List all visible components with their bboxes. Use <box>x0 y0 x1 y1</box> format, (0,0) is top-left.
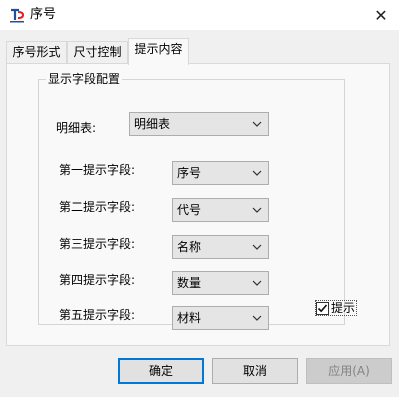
field-5-value: 材料 <box>177 311 202 325</box>
field-1-value: 序号 <box>177 166 202 180</box>
tab-panel-prompt-content: 显示字段配置 明细表: 明细表 第一提示字段: 序号 第二提示字段: 代号 第三… <box>6 63 390 346</box>
apply-button[interactable]: 应用(A) <box>306 358 392 384</box>
chevron-down-icon <box>251 162 263 184</box>
field-config-group: 显示字段配置 明细表: 明细表 第一提示字段: 序号 第二提示字段: 代号 第三… <box>38 71 345 330</box>
tab-label: 序号形式 <box>12 45 61 59</box>
chevron-down-icon <box>251 236 263 258</box>
chevron-down-icon <box>251 307 263 329</box>
tab-prompt-content[interactable]: 提示内容 <box>128 38 189 65</box>
field-4-value: 数量 <box>177 276 202 290</box>
field-3-value: 名称 <box>177 240 202 254</box>
close-button[interactable]: ✕ <box>363 0 399 30</box>
field-2-value: 代号 <box>177 203 202 217</box>
tab-label: 提示内容 <box>134 42 183 56</box>
field-4-select[interactable]: 数量 <box>172 271 269 295</box>
chevron-down-icon <box>251 113 263 135</box>
tab-serial-format[interactable]: 序号形式 <box>6 41 67 63</box>
field-4-label: 第四提示字段: <box>59 273 136 287</box>
field-3-select[interactable]: 名称 <box>172 235 269 259</box>
detail-table-select[interactable]: 明细表 <box>129 112 269 136</box>
close-icon: ✕ <box>374 5 388 25</box>
window-title: 序号 <box>30 7 57 22</box>
field-1-select[interactable]: 序号 <box>172 161 269 185</box>
group-legend: 显示字段配置 <box>46 71 123 87</box>
app-logo-icon <box>10 8 25 23</box>
checkbox-box[interactable] <box>316 301 329 315</box>
field-2-select[interactable]: 代号 <box>172 198 269 222</box>
chevron-down-icon <box>251 272 263 294</box>
title-bar: 序号 ✕ <box>0 0 399 30</box>
field-3-label: 第三提示字段: <box>59 237 136 251</box>
chevron-down-icon <box>251 199 263 221</box>
detail-table-value: 明细表 <box>134 117 171 131</box>
prompt-checkbox-label: 提示 <box>331 301 356 315</box>
field-5-select[interactable]: 材料 <box>172 306 269 330</box>
field-2-label: 第二提示字段: <box>59 200 136 214</box>
tab-size-control[interactable]: 尺寸控制 <box>67 41 128 63</box>
prompt-checkbox[interactable]: 提示 <box>315 300 358 316</box>
ok-button[interactable]: 确定 <box>118 358 204 384</box>
field-5-label: 第五提示字段: <box>59 308 136 322</box>
field-1-label: 第一提示字段: <box>59 163 136 177</box>
cancel-button[interactable]: 取消 <box>212 358 298 384</box>
detail-table-label: 明细表: <box>56 121 97 135</box>
tab-label: 尺寸控制 <box>73 45 122 59</box>
checkmark-icon <box>317 303 328 312</box>
